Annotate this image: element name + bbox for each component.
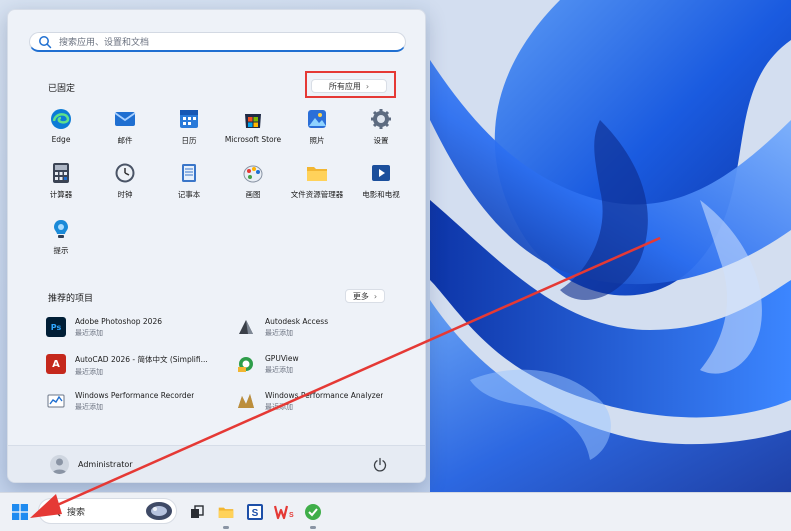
notepad-icon [178, 162, 200, 184]
gpuview-icon [236, 354, 256, 374]
annotation-highlight-box [305, 71, 396, 98]
more-label: 更多 [352, 291, 369, 301]
app-s-icon: S [247, 504, 263, 520]
store-icon [242, 108, 264, 130]
recommended-item-autocad[interactable]: A AutoCAD 2026 - 简体中文 (Simplifi... 最近添加 [46, 354, 231, 384]
svg-text:S: S [252, 508, 259, 519]
taskbar-file-explorer[interactable] [212, 498, 240, 529]
calculator-icon [50, 162, 72, 184]
start-menu-footer: Administrator [8, 445, 425, 482]
running-indicator [310, 526, 316, 529]
autocad-icon: A [46, 354, 66, 374]
mail-icon [114, 108, 136, 130]
pinned-app-photos[interactable]: 照片 [281, 108, 353, 156]
pinned-app-clock[interactable]: 时钟 [89, 162, 161, 210]
movies-icon [370, 162, 392, 184]
power-button[interactable] [372, 457, 388, 473]
task-view-icon [191, 505, 204, 518]
recommended-list: Ps Adobe Photoshop 2026 最近添加 Autodesk Ac… [46, 317, 416, 427]
pinned-app-edge[interactable]: Edge [25, 108, 97, 156]
search-highlight-image-icon [146, 502, 172, 520]
calendar-icon [178, 108, 200, 130]
recommended-section-title: 推荐的项目 [48, 294, 94, 304]
search-icon [49, 505, 61, 517]
windows-logo-icon [12, 504, 28, 520]
pinned-app-notepad[interactable]: 记事本 [153, 162, 225, 210]
taskbar-search-label: 搜索 [67, 507, 86, 518]
search-icon [39, 35, 52, 48]
gear-icon [370, 108, 392, 130]
edge-icon [50, 108, 72, 130]
svg-text:S: S [289, 512, 294, 519]
user-icon [52, 458, 67, 474]
pinned-section-title: 已固定 [48, 84, 76, 94]
pinned-app-calendar[interactable]: 日历 [153, 108, 225, 156]
power-icon [373, 457, 387, 472]
recommended-item-perf-recorder[interactable]: Windows Performance Recorder 最近添加 [46, 391, 231, 421]
taskbar-app-green[interactable] [299, 498, 327, 529]
search-placeholder: 搜索应用、设置和文档 [59, 38, 150, 48]
folder-icon [218, 507, 234, 518]
taskbar-search-box[interactable]: 搜索 [38, 498, 177, 524]
taskbar-task-view[interactable] [183, 498, 211, 526]
more-button[interactable]: 更多 › [345, 289, 385, 303]
perf-analyzer-icon [236, 391, 256, 411]
recommended-item-perf-analyzer[interactable]: Windows Performance Analyzer 最近添加 [236, 391, 421, 421]
start-search-input[interactable]: 搜索应用、设置和文档 [29, 32, 406, 52]
pinned-app-tips[interactable]: 提示 [25, 218, 97, 266]
pinned-app-mail[interactable]: 邮件 [89, 108, 161, 156]
start-button[interactable] [6, 498, 34, 526]
photoshop-icon: Ps [46, 317, 66, 337]
pinned-app-paint[interactable]: 画图 [217, 162, 289, 210]
folder-icon [306, 162, 328, 184]
avatar[interactable] [50, 455, 69, 474]
autodesk-access-icon [236, 317, 256, 337]
paint-icon [242, 162, 264, 184]
user-name[interactable]: Administrator [78, 460, 133, 469]
running-indicator [223, 526, 229, 529]
pinned-apps-grid: Edge 邮件 日历 Microsoft Store 照片 设置 计算器 时钟 … [25, 108, 415, 268]
pinned-app-store[interactable]: Microsoft Store [217, 108, 289, 156]
tips-icon [50, 218, 72, 240]
pinned-app-movies-tv[interactable]: 电影和电视 [345, 162, 417, 210]
chevron-right-icon: › [373, 291, 378, 301]
perf-recorder-icon [46, 391, 66, 411]
pinned-app-file-explorer[interactable]: 文件资源管理器 [281, 162, 353, 210]
taskbar-app-s[interactable]: S [241, 498, 269, 526]
pinned-app-settings[interactable]: 设置 [345, 108, 417, 156]
taskbar-wps[interactable]: S [270, 498, 298, 526]
recommended-item-photoshop[interactable]: Ps Adobe Photoshop 2026 最近添加 [46, 317, 231, 347]
wps-icon: S [274, 505, 294, 520]
recommended-item-gpuview[interactable]: GPUView 最近添加 [236, 354, 421, 384]
photos-icon [306, 108, 328, 130]
clock-icon [114, 162, 136, 184]
app-green-icon [305, 504, 321, 520]
taskbar: 搜索 S S [0, 492, 791, 531]
pinned-app-calculator[interactable]: 计算器 [25, 162, 97, 210]
recommended-item-autodesk-access[interactable]: Autodesk Access 最近添加 [236, 317, 421, 347]
